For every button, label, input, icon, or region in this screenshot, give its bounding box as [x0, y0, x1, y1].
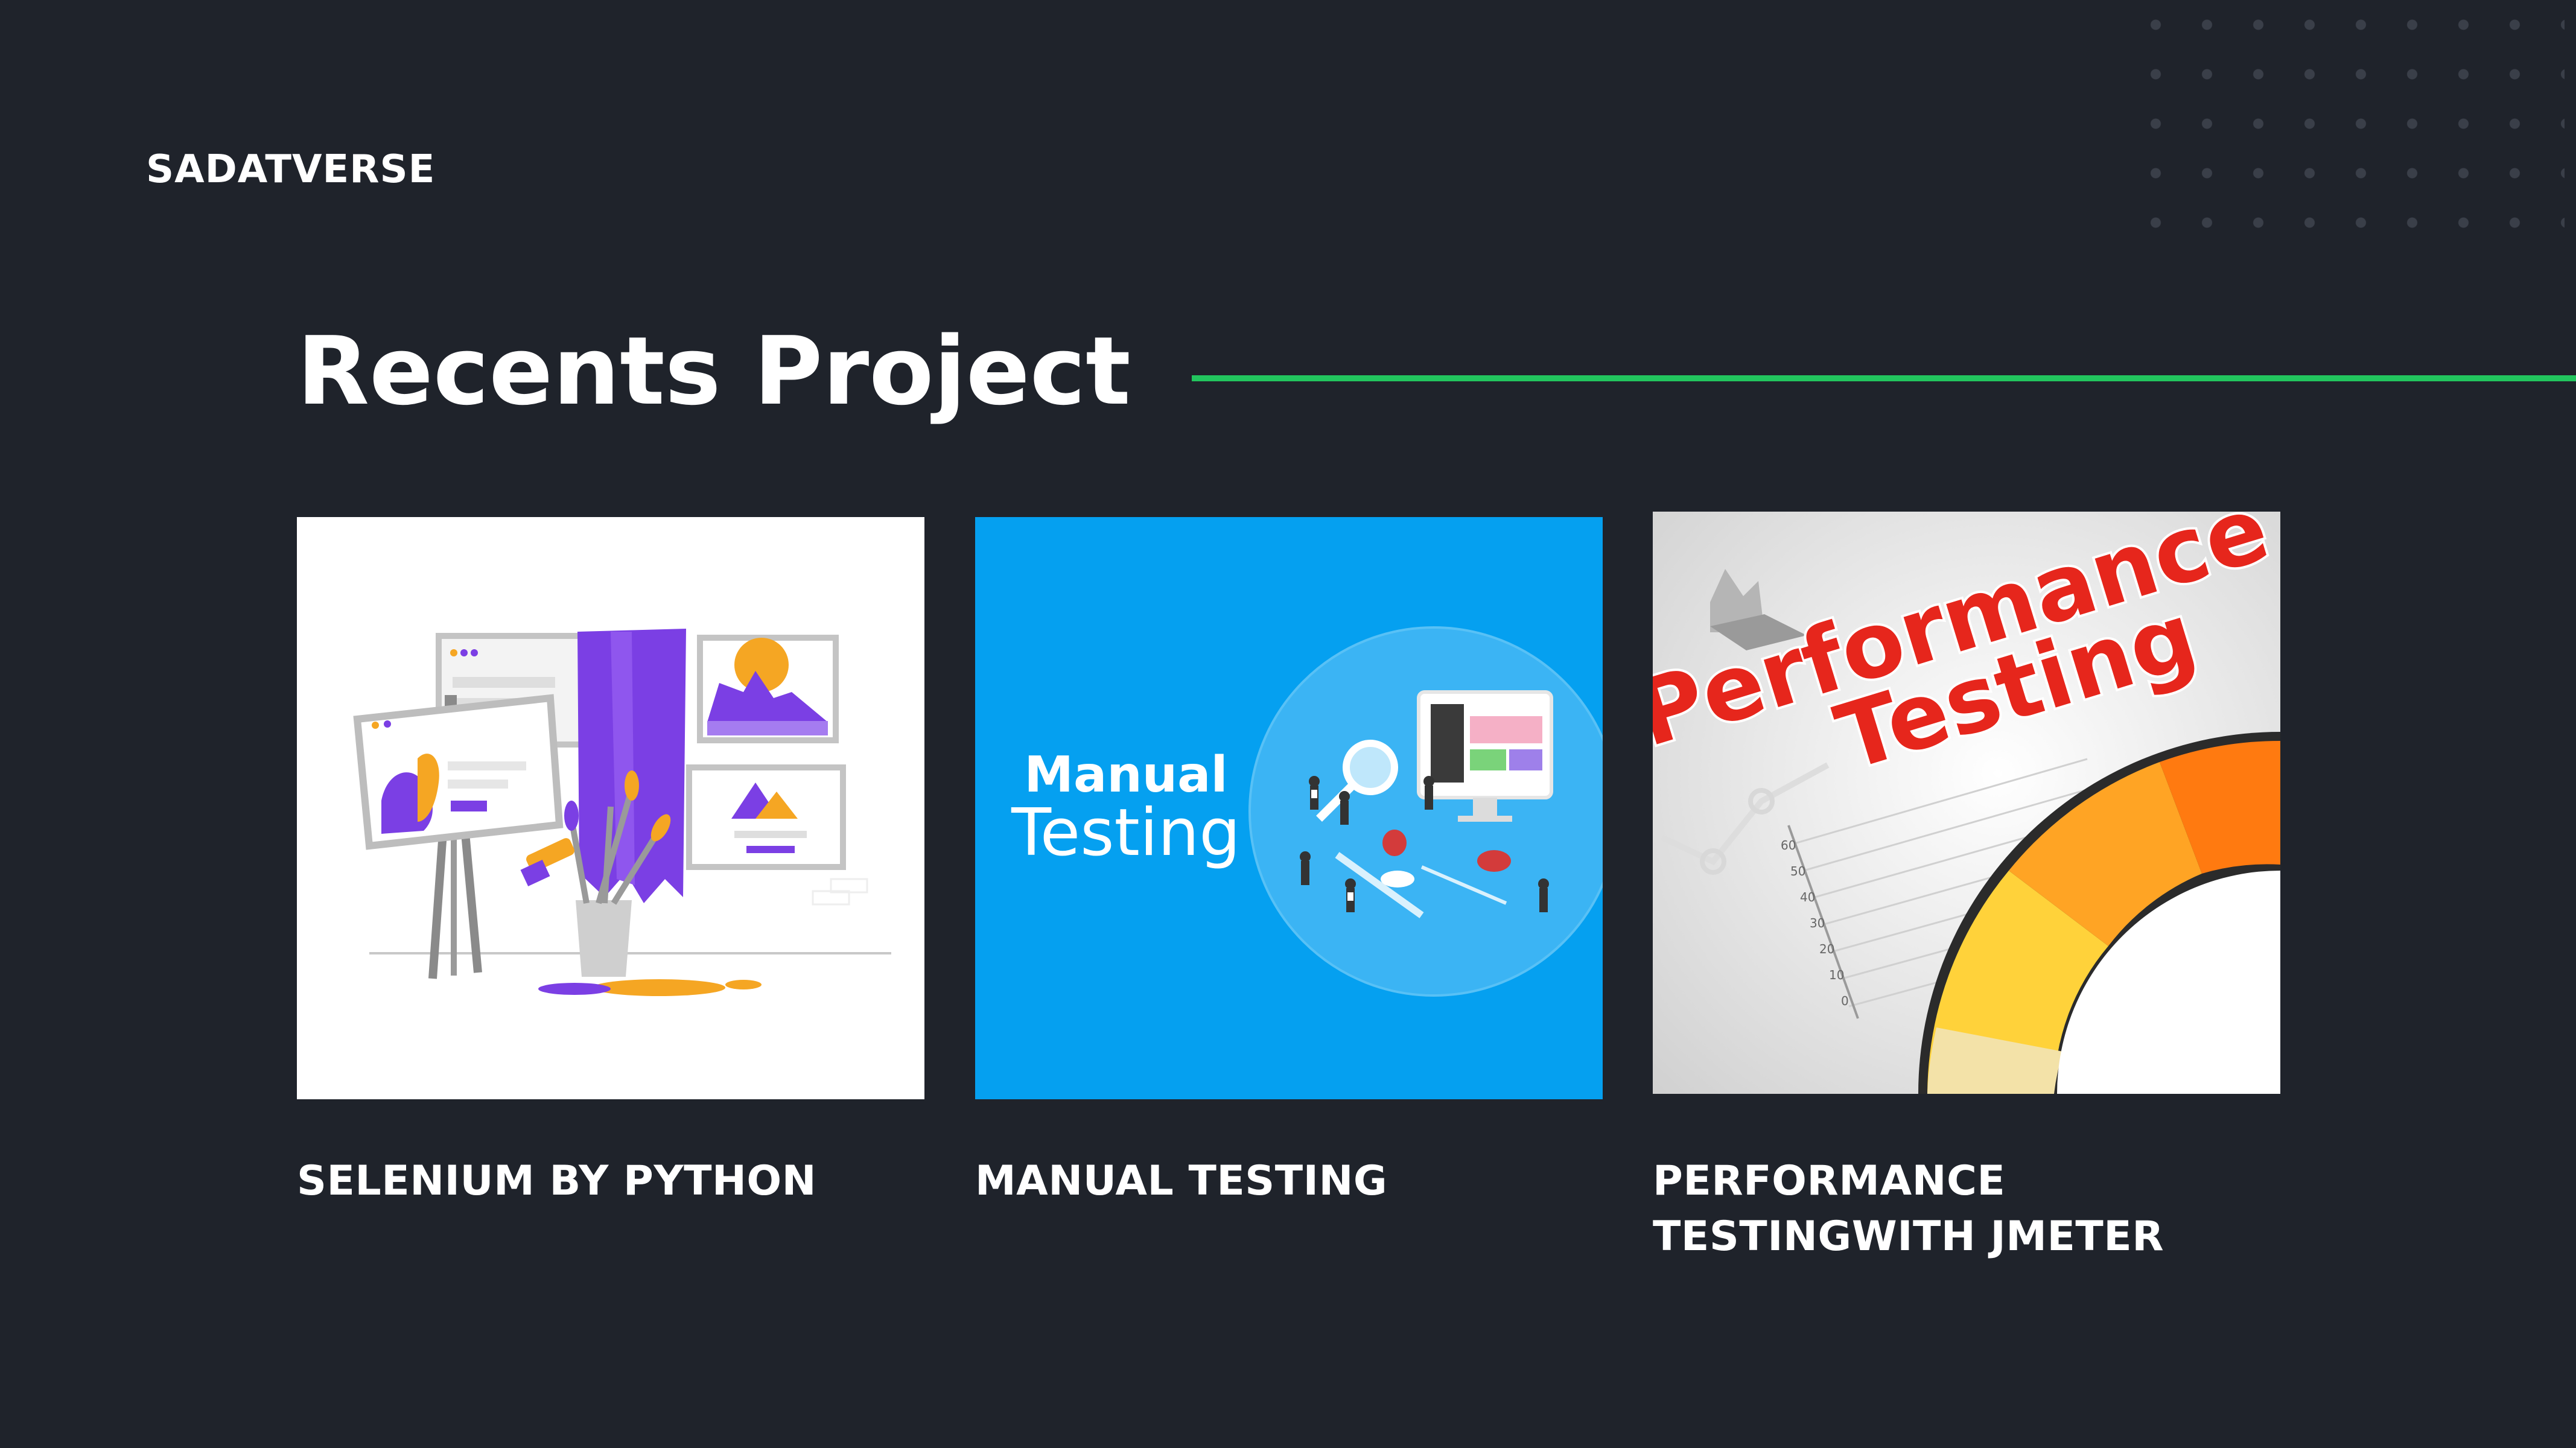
project-title-selenium[interactable]: SELENIUM BY PYTHON [297, 1154, 924, 1209]
performance-gauge-icon: 60 50 40 30 20 10 0 Performance Testing [1653, 512, 2280, 1094]
art-studio-icon [297, 517, 924, 1099]
project-title-manual-testing[interactable]: MANUAL TESTING [975, 1154, 1603, 1209]
project-card-performance-testing[interactable]: 60 50 40 30 20 10 0 Performance Testing … [1653, 512, 2280, 1265]
project-card-manual-testing[interactable]: Manual Testing MANUAL TESTING [975, 517, 1603, 1209]
image-caption-testing: Testing [1011, 795, 1241, 871]
dot-grid-decoration [2118, 0, 2565, 253]
project-image-selenium[interactable] [297, 517, 924, 1099]
project-image-performance-testing[interactable]: 60 50 40 30 20 10 0 Performance Testing [1653, 512, 2280, 1094]
gauge-tick-50: 50 [1790, 864, 1805, 878]
project-image-manual-testing[interactable]: Manual Testing [975, 517, 1603, 1099]
gauge-tick-30: 30 [1810, 916, 1825, 930]
project-title-performance-testing[interactable]: PERFORMANCE TESTINGWITH JMETER [1653, 1154, 2280, 1265]
brand-logo[interactable]: SADATVERSE [146, 147, 435, 192]
manual-testing-icon: Manual Testing [975, 517, 1603, 1099]
project-card-selenium[interactable]: SELENIUM BY PYTHON [297, 517, 924, 1209]
title-accent-line [1192, 375, 2576, 381]
section-title: Recents Project [297, 316, 1131, 426]
gauge-tick-20: 20 [1819, 942, 1834, 956]
gauge-tick-40: 40 [1800, 890, 1815, 904]
gauge-tick-0: 0 [1841, 994, 1849, 1008]
gauge-tick-60: 60 [1781, 838, 1796, 853]
gauge-tick-10: 10 [1829, 968, 1844, 982]
